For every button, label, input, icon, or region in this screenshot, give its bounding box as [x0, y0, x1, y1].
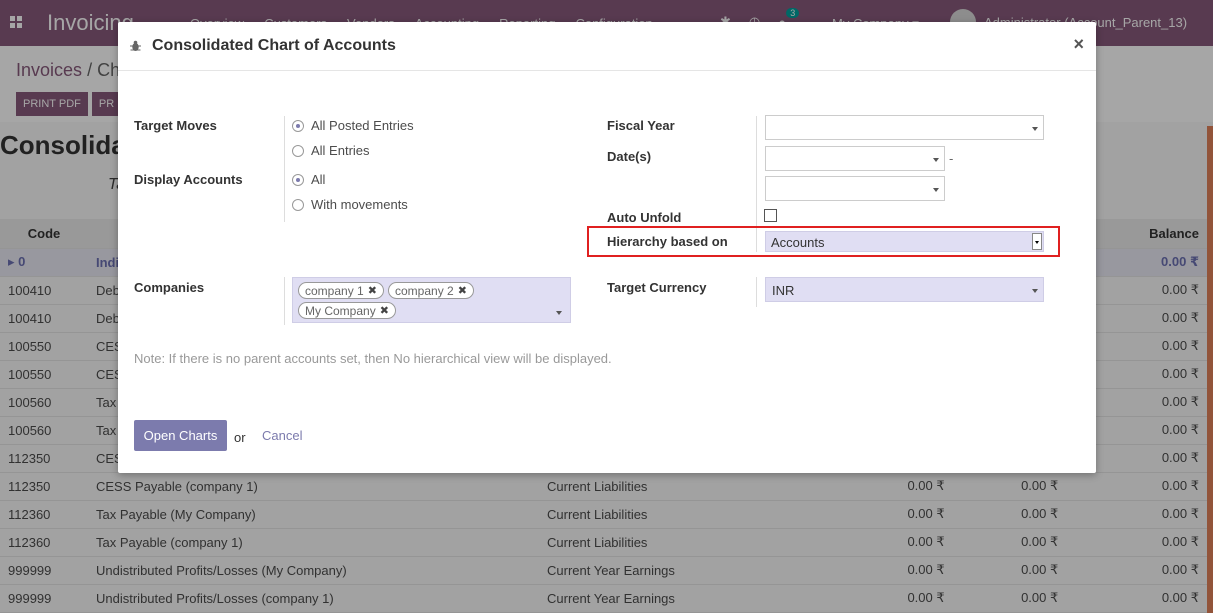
hierarchy-label: Hierarchy based on	[607, 234, 728, 249]
radio-all-entries[interactable]: All Entries	[292, 143, 370, 158]
open-charts-button[interactable]: Open Charts	[134, 420, 227, 451]
bug-icon	[130, 40, 141, 51]
date-from-select[interactable]	[765, 146, 945, 171]
cancel-button[interactable]: Cancel	[262, 428, 302, 443]
target-currency-select[interactable]: INR	[765, 277, 1044, 302]
target-currency-label: Target Currency	[607, 280, 707, 295]
target-currency-value: INR	[772, 283, 795, 298]
radio-button-checked[interactable]	[292, 119, 304, 132]
auto-unfold-label: Auto Unfold	[607, 210, 682, 225]
radio-with-movements[interactable]: With movements	[292, 197, 408, 212]
dates-label: Date(s)	[607, 149, 652, 164]
auto-unfold-checkbox[interactable]	[764, 209, 777, 222]
consolidated-coa-dialog: Consolidated Chart of Accounts × Target …	[118, 22, 1096, 473]
field-divider	[756, 277, 757, 307]
hierarchy-value: Accounts	[771, 235, 825, 250]
radio-label: All Posted Entries	[311, 118, 414, 133]
target-moves-label: Target Moves	[134, 118, 217, 133]
radio-label: All	[311, 172, 326, 187]
radio-button[interactable]	[292, 198, 304, 211]
radio-all[interactable]: All	[292, 172, 325, 187]
chevron-down-icon	[933, 188, 939, 192]
remove-tag-icon[interactable]: ✖	[380, 304, 389, 317]
chevron-down-icon	[933, 158, 939, 162]
radio-label: All Entries	[311, 143, 370, 158]
display-accounts-label: Display Accounts	[134, 172, 243, 187]
close-icon[interactable]: ×	[1073, 34, 1084, 55]
dialog-title: Consolidated Chart of Accounts	[152, 37, 396, 54]
hierarchy-note: Note: If there is no parent accounts set…	[134, 351, 612, 366]
company-tag: company 2 ✖	[388, 282, 474, 299]
company-tag-label: company 1	[305, 283, 364, 298]
fiscal-year-select[interactable]	[765, 115, 1044, 140]
dropdown-arrow-icon[interactable]	[1032, 233, 1042, 250]
radio-button-checked[interactable]	[292, 173, 304, 186]
company-tag: My Company ✖	[298, 302, 396, 319]
company-tag-label: My Company	[305, 303, 376, 318]
remove-tag-icon[interactable]: ✖	[368, 284, 377, 297]
hierarchy-select[interactable]: Accounts	[765, 231, 1044, 252]
date-range-separator: -	[949, 151, 954, 166]
remove-tag-icon[interactable]: ✖	[458, 284, 467, 297]
or-text: or	[234, 430, 246, 445]
date-to-select[interactable]	[765, 176, 945, 201]
companies-label: Companies	[134, 280, 205, 295]
field-divider	[284, 116, 285, 222]
chevron-down-icon	[1032, 127, 1038, 131]
radio-all-posted-entries[interactable]: All Posted Entries	[292, 118, 414, 133]
radio-button[interactable]	[292, 144, 304, 157]
companies-many2many-field[interactable]: company 1 ✖ company 2 ✖ My Company ✖	[292, 277, 571, 323]
company-tag: company 1 ✖	[298, 282, 384, 299]
dialog-header: Consolidated Chart of Accounts ×	[118, 22, 1096, 71]
field-divider	[284, 277, 285, 325]
chevron-down-icon[interactable]	[556, 311, 562, 315]
chevron-down-icon	[1032, 289, 1038, 293]
company-tag-label: company 2	[395, 283, 454, 298]
fiscal-year-label: Fiscal Year	[607, 118, 675, 133]
radio-label: With movements	[311, 197, 408, 212]
